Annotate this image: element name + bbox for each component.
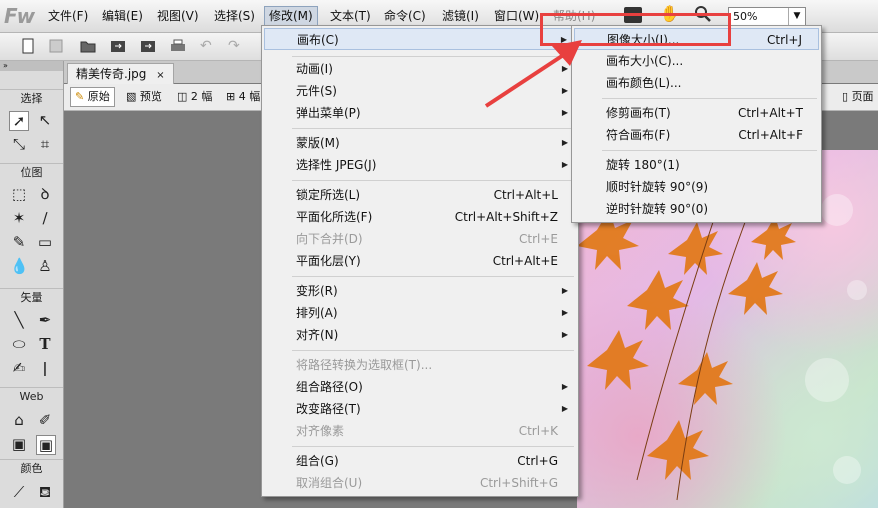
- annotation-arrow-icon: [484, 40, 582, 108]
